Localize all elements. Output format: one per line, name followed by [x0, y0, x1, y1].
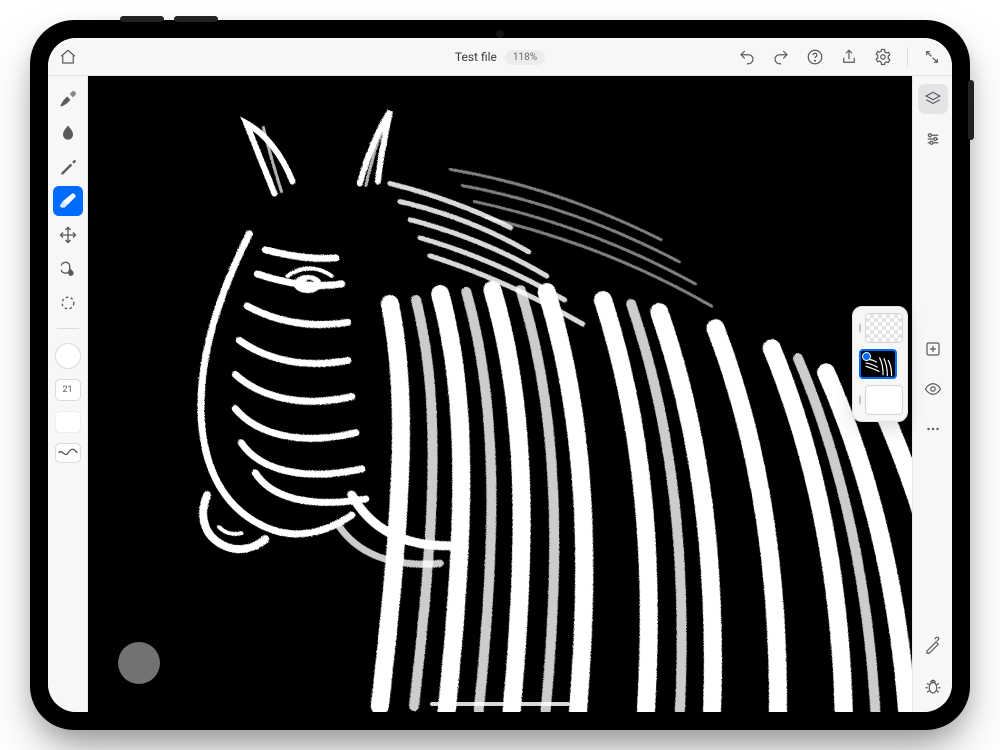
transform-tool[interactable] [53, 220, 83, 250]
divider [57, 328, 79, 329]
layer-row-1[interactable] [859, 385, 901, 415]
layers-icon[interactable] [918, 84, 948, 114]
canvas[interactable] [88, 76, 912, 712]
fill-tool[interactable] [53, 254, 83, 284]
layer-thumbnail-1[interactable] [865, 385, 903, 415]
edit-icon[interactable] [918, 630, 948, 660]
home-indicator [430, 702, 570, 706]
layers-panel[interactable] [852, 306, 908, 422]
document-title-area: Test file 118% [455, 38, 545, 76]
fullscreen-icon[interactable] [922, 47, 942, 67]
active-layer-badge [862, 352, 871, 361]
help-icon[interactable] [805, 47, 825, 67]
volume-down-button [174, 16, 218, 22]
divider [907, 47, 908, 67]
zoom-indicator[interactable]: 118% [505, 50, 545, 65]
layer-thumbnail-2[interactable] [859, 349, 897, 379]
volume-up-button [120, 16, 164, 22]
eraser-tool[interactable] [53, 186, 83, 216]
debug-icon[interactable] [918, 672, 948, 702]
brush-size-value[interactable]: 21 [55, 379, 81, 401]
layer-row-3[interactable] [859, 313, 901, 343]
redo-icon[interactable] [771, 47, 791, 67]
visibility-icon[interactable] [918, 374, 948, 404]
ipad-frame: Test file 118% [30, 20, 970, 730]
layer-row-2[interactable] [859, 349, 901, 379]
color-swatch[interactable] [55, 343, 81, 369]
add-layer-icon[interactable] [918, 334, 948, 364]
layer-properties-icon[interactable] [918, 124, 948, 154]
front-camera [496, 30, 504, 38]
canvas-area[interactable] [88, 76, 912, 712]
top-bar: Test file 118% [48, 38, 952, 76]
document-title[interactable]: Test file [455, 50, 497, 64]
home-icon[interactable] [58, 47, 78, 67]
selection-tool[interactable] [53, 288, 83, 318]
watercolor-brush-tool[interactable] [53, 118, 83, 148]
app-screen: Test file 118% [48, 38, 952, 712]
layer-thumbnail-3[interactable] [865, 313, 903, 343]
share-icon[interactable] [839, 47, 859, 67]
power-button [968, 80, 974, 140]
layer-info-icon[interactable] [859, 395, 861, 405]
brush-stroke-preview[interactable] [55, 443, 81, 463]
pixel-brush-tool[interactable] [53, 84, 83, 114]
more-options-icon[interactable] [918, 414, 948, 444]
left-toolbar: 21 [48, 76, 88, 712]
layer-visibility-off-icon[interactable] [859, 323, 861, 333]
brush-preview-swatch[interactable] [55, 411, 81, 433]
right-toolbar [912, 76, 952, 712]
settings-icon[interactable] [873, 47, 893, 67]
undo-icon[interactable] [737, 47, 757, 67]
vector-brush-tool[interactable] [53, 152, 83, 182]
touch-shortcut-indicator[interactable] [118, 642, 160, 684]
